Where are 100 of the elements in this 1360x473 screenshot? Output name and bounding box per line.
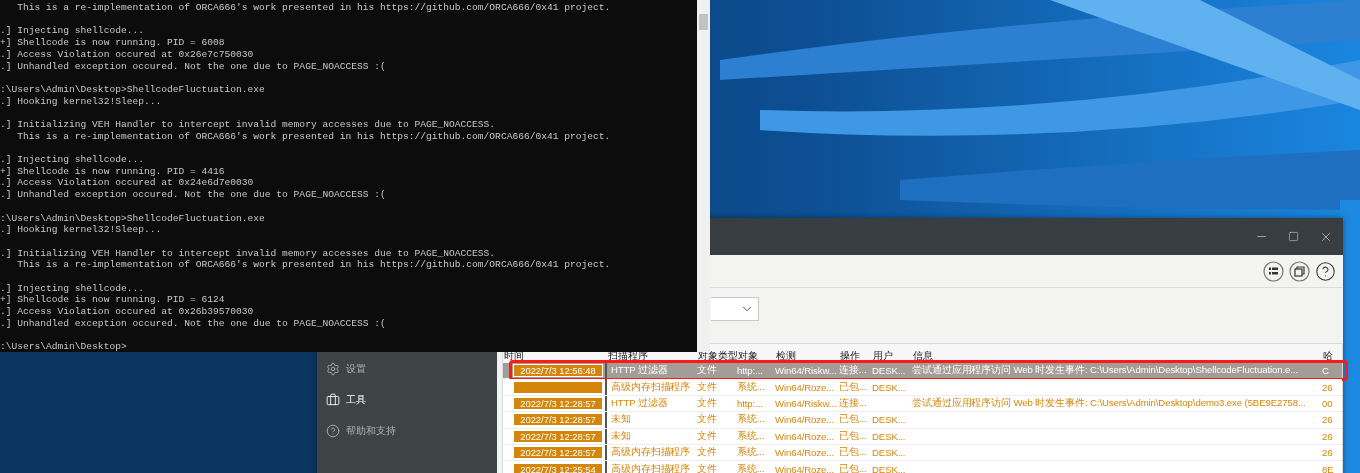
console-line: .] Access Violation occured at 0x26b39570030 xyxy=(0,306,255,318)
console-line: .] Unhandled exception occured. Not the one due to PAGE_NOACCESS :( xyxy=(0,317,387,330)
table-cell-text: 文件 xyxy=(697,396,718,410)
column-header[interactable]: 用户 xyxy=(872,349,912,363)
column-header[interactable]: 检测 xyxy=(775,349,839,363)
table-cell-text: Win64/Roze... xyxy=(775,447,835,459)
table-cell-text: Win64/Riskw... xyxy=(775,397,838,409)
table-cell-text: 连接... xyxy=(839,396,868,410)
column-header[interactable]: 时间 xyxy=(503,349,607,363)
table-cell-text: 系统... xyxy=(737,380,766,394)
console-line: .] Access Violation occured at 0x26e7c750030 xyxy=(0,48,255,61)
help-icon xyxy=(326,423,340,438)
table-cell-text: 文件 xyxy=(697,364,718,378)
console-line: +] Shellcode is now running. PID = 6124 xyxy=(0,294,226,307)
table-cell-text: DESK... xyxy=(872,447,907,459)
table-cell-text: 系统... xyxy=(737,413,766,427)
console-line: :\Users\Admin\Desktop> xyxy=(0,341,128,352)
table-cell-text: 尝试通过应用程序访问 Web 时发生事件: C:\Users\Admin\Desktop\ShellcodeFluctuation.e... xyxy=(912,364,1299,378)
table-cell-text: 26 xyxy=(1322,381,1334,393)
table-cell-text: 连接... xyxy=(839,364,868,378)
column-header[interactable]: 对象类型 xyxy=(697,349,737,363)
console-line: .] Unhandled exception occured. Not the one due to PAGE_NOACCESS :( xyxy=(0,189,387,201)
table-cell-text: 文件 xyxy=(697,380,718,394)
time-badge: 2022/7/3 12:28:57 xyxy=(513,429,603,443)
table-cell-text: DESK... xyxy=(872,381,907,393)
time-badge: 2022/7/3 12:28:57 xyxy=(513,413,603,427)
sidebar-label: 设置 xyxy=(346,361,366,376)
console-line: +] Shellcode is now running. PID = 6008 xyxy=(0,37,226,49)
column-header[interactable]: 信息 xyxy=(912,349,1322,363)
column-header[interactable]: 操作 xyxy=(839,349,872,363)
table-cell-text: 高级内存扫描程序 xyxy=(610,380,692,394)
sidebar-label: 帮助和支持 xyxy=(346,423,396,438)
table-cell-text: 文件 xyxy=(697,462,718,473)
time-badge: 2022/7/3 12:28:57 xyxy=(513,396,603,410)
console-line: .] Injecting shellcode... xyxy=(0,25,145,38)
console-line: .] Injecting shellcode... xyxy=(0,154,145,166)
table-cell-text: 8E xyxy=(1322,463,1335,473)
console-line: .] Access Violation occured at 0x24e6d7e0030 xyxy=(0,177,255,190)
table-cell-text: DESK... xyxy=(872,430,907,442)
table-cell-text: 系统... xyxy=(737,446,766,460)
list-icon[interactable] xyxy=(1263,260,1284,282)
maximize-icon[interactable] xyxy=(1288,231,1299,242)
console-line: .] Hooking kernel32!Sleep... xyxy=(0,95,163,108)
briefcase-icon xyxy=(326,392,340,407)
table-cell-text: 高级内存扫描程序 xyxy=(610,462,692,473)
table-cell-text: 已包... xyxy=(839,446,868,460)
sidebar-item[interactable]: 帮助和支持 xyxy=(317,420,497,441)
table-cell-text: DESK... xyxy=(872,414,907,426)
column-header[interactable]: 对象 xyxy=(737,349,775,363)
table-cell-text: HTTP 过滤器 xyxy=(610,364,669,378)
sidebar-item[interactable]: 工具 xyxy=(317,389,497,410)
time-badge: 2022/7/3 12:28:57 xyxy=(513,446,603,460)
console-line: .] Unhandled exception occured. Not the one due to PAGE_NOACCESS :( xyxy=(0,60,387,73)
help-icon[interactable] xyxy=(1315,260,1336,282)
table-cell-text: 系统... xyxy=(737,429,766,443)
scrollbar[interactable] xyxy=(697,0,710,352)
table-cell-text: http:... xyxy=(737,365,764,377)
table-cell-text: Win64/Roze... xyxy=(775,430,835,442)
table-cell-text: Win64/Roze... xyxy=(775,381,835,393)
table-cell-text: Win64/Roze... xyxy=(775,414,835,426)
table-cell-text: 文件 xyxy=(697,429,718,443)
table-cell-text: 尝试通过应用程序访问 Web 时发生事件: C:\Users\Admin\Desktop\demo3.exe (5BE9E2758... xyxy=(912,396,1307,410)
table-cell-text: 文件 xyxy=(697,446,718,460)
table-cell-text: Win64/Riskw... xyxy=(775,365,838,377)
table-cell-text: http:... xyxy=(737,397,764,409)
console-line: This is a re-implementation of ORCA666's work presented in his https://github.com/ORCA666/0x41 project. xyxy=(16,259,612,272)
table-cell-text: Win64/Roze... xyxy=(775,463,835,473)
console-line: +] Shellcode is now running. PID = 4416 xyxy=(0,165,226,178)
table-cell-text: 已包... xyxy=(839,380,868,394)
console-line: This is a re-implementation of ORCA666's work presented in his https://github.com/ORCA666/0x41 project. xyxy=(16,130,612,143)
table-cell-text: HTTP 过滤器 xyxy=(610,396,669,410)
table-cell-text: 00 xyxy=(1322,397,1334,409)
table-cell-text: 未知 xyxy=(610,429,632,443)
console-line: :\Users\Admin\Desktop>ShellcodeFluctuation.exe xyxy=(0,83,266,96)
table-cell-text: 已包... xyxy=(839,462,868,473)
table-cell-text: 系统... xyxy=(737,462,766,473)
console-line: :\Users\Admin\Desktop>ShellcodeFluctuation.exe xyxy=(0,212,266,225)
table-cell-text: 26 xyxy=(1322,447,1334,459)
time-badge: 2022/7/3 12:56:48 xyxy=(513,364,603,378)
settings-icon xyxy=(326,361,340,376)
table-cell-text: C xyxy=(1322,365,1330,377)
column-header[interactable]: 哈 xyxy=(1322,349,1342,363)
table-cell-text: DESK... xyxy=(872,463,907,473)
table-cell-text: 文件 xyxy=(697,413,718,427)
table-cell-text: 26 xyxy=(1322,430,1334,442)
time-badge: 2022/7/3 12:25:54 xyxy=(513,462,603,473)
table-cell-text: 高级内存扫描程序 xyxy=(610,446,692,460)
copy-icon[interactable] xyxy=(1289,260,1310,282)
console-line: .] Initializing VEH Handler to intercept invalid memory accesses due to PAGE_NOACCESS. xyxy=(0,247,497,260)
table-cell-text: 未知 xyxy=(610,413,632,427)
sidebar-label: 工具 xyxy=(346,392,366,407)
console-line: This is a re-implementation of ORCA666's work presented in his https://github.com/ORCA666/0x41 project. xyxy=(16,2,612,14)
console-line: .] Hooking kernel32!Sleep... xyxy=(0,224,163,236)
console-line: .] Injecting shellcode... xyxy=(0,282,145,295)
table-cell-text: 26 xyxy=(1322,414,1334,426)
console-line: .] Initializing VEH Handler to intercept invalid memory accesses due to PAGE_NOACCESS. xyxy=(0,119,497,131)
table-cell-text: 已包... xyxy=(839,413,868,427)
table-cell-text: DESK... xyxy=(872,365,907,377)
table-cell-text: 已包... xyxy=(839,429,868,443)
sidebar-item[interactable]: 设置 xyxy=(317,358,497,379)
